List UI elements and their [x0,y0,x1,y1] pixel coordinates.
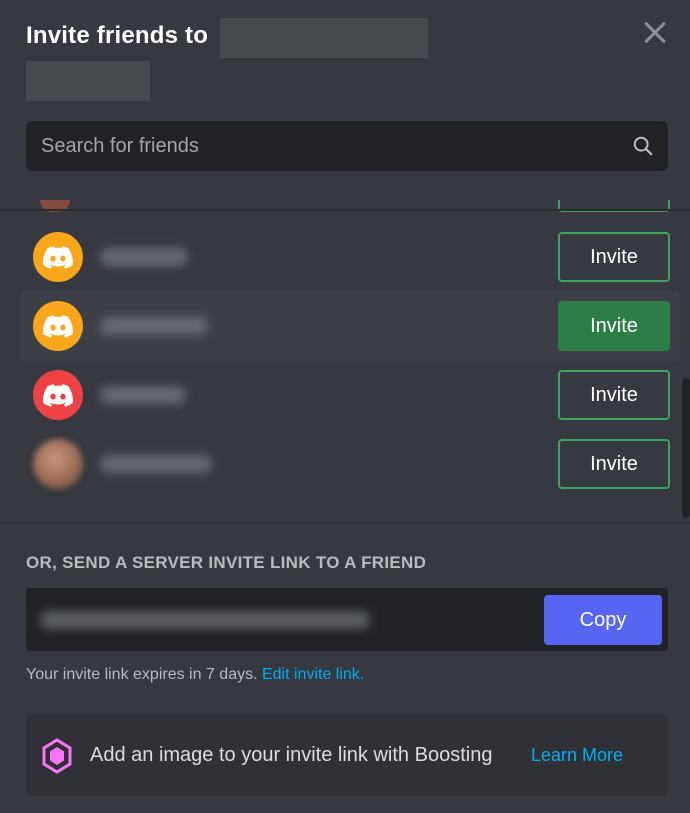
redacted-server-name [220,18,428,58]
avatar [33,301,83,351]
avatar [33,439,83,489]
avatar [33,370,83,420]
invite-button[interactable]: Invite [558,370,670,420]
modal-title: Invite friends to [26,22,209,49]
redacted-username [90,222,400,292]
boost-text: Add an image to your invite link with Bo… [90,744,493,766]
friend-list: Invite Invite Invite Invite [0,222,690,502]
invite-button[interactable]: Invite [558,232,670,282]
search-icon [633,136,653,156]
discord-logo-icon [43,246,73,269]
friend-row: Invite [20,222,680,292]
search-bar [26,121,668,171]
close-icon[interactable] [640,18,670,48]
boost-card: Add an image to your invite link with Bo… [26,714,668,796]
friend-row: Invite [20,429,680,499]
boost-gem-icon [42,738,72,774]
expire-text: Your invite link expires in 7 days. [26,666,258,683]
section-label: OR, SEND A SERVER INVITE LINK TO A FRIEN… [26,553,427,572]
list-divider [0,209,690,211]
redacted-username [90,291,400,361]
invite-link-field: Copy [26,588,668,651]
invite-button[interactable]: Invite [558,301,670,351]
redacted-server-name-continued [26,61,150,101]
invite-modal: Invite friends to Invite Invite [0,0,690,813]
section-divider [0,522,690,523]
expire-notice: Your invite link expires in 7 days. Edit… [26,666,364,684]
avatar [33,232,83,282]
redacted-username [90,360,400,430]
discord-logo-icon [43,384,73,407]
discord-logo-icon [43,315,73,338]
copy-button[interactable]: Copy [544,595,662,645]
friend-row: Invite [20,291,680,361]
scrollbar[interactable] [682,378,690,518]
edit-invite-link[interactable]: Edit invite link. [262,666,364,683]
friend-row: Invite [20,360,680,430]
search-input[interactable] [26,121,668,171]
learn-more-link[interactable]: Learn More [531,745,623,766]
redacted-invite-link [40,611,370,629]
invite-button[interactable]: Invite [558,439,670,489]
redacted-username [90,429,400,499]
